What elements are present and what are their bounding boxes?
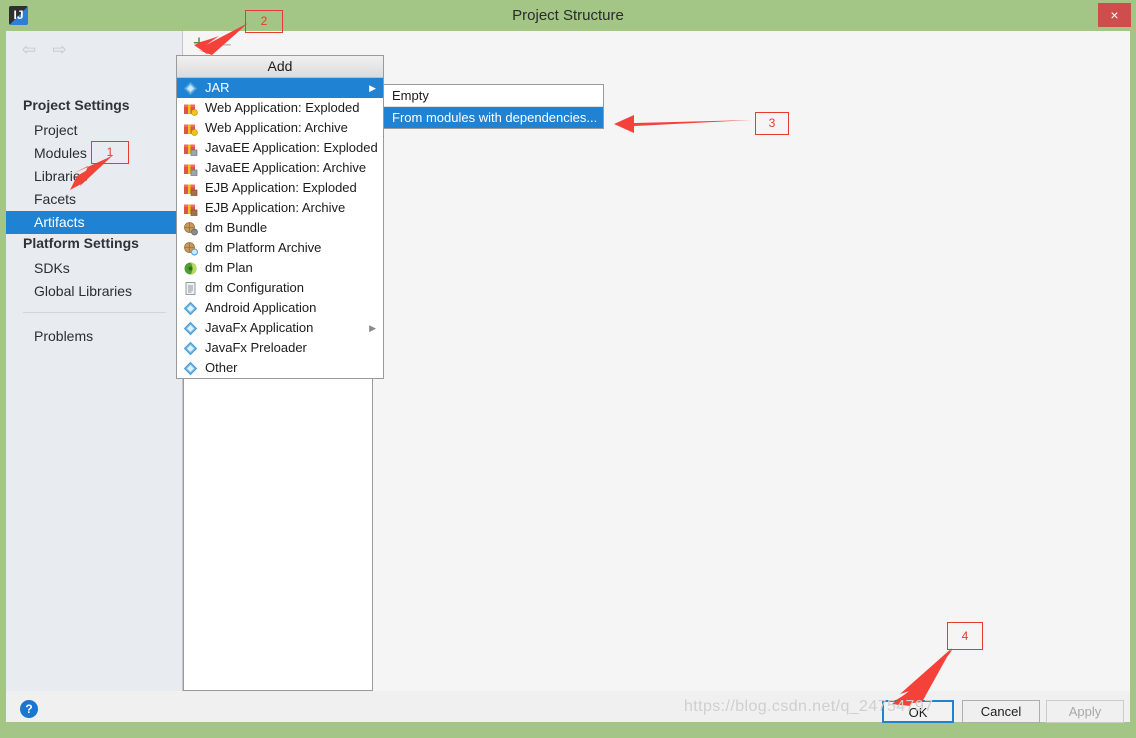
diamond-icon: [183, 321, 198, 336]
back-arrow-icon[interactable]: ⇦: [16, 38, 42, 62]
diamond-icon: [183, 361, 198, 376]
bundle-icon: [183, 241, 198, 256]
chevron-right-icon: ▶: [369, 83, 376, 93]
menu-item-label: EJB Application: Archive: [205, 200, 346, 215]
sidebar-item-sdks[interactable]: SDKs: [6, 257, 182, 280]
add-menu-header: Add: [177, 56, 383, 78]
add-artifact-menu[interactable]: Add JAR ▶ Web Application: Exploded Web …: [176, 55, 384, 379]
help-icon[interactable]: ?: [20, 700, 38, 718]
menu-item-web-application-archive[interactable]: Web Application: Archive: [177, 118, 383, 138]
menu-item-label: JavaEE Application: Archive: [205, 160, 367, 175]
project-structure-dialog: IJ Project Structure × ⇦ ⇨ Project Setti…: [0, 0, 1136, 738]
title-bar: IJ Project Structure ×: [0, 0, 1136, 31]
nav-arrows: ⇦ ⇨: [16, 38, 72, 62]
menu-item-label: dm Configuration: [205, 280, 304, 295]
menu-item-label: Web Application: Archive: [205, 120, 348, 135]
submenu-item-from-modules-with-dependencies[interactable]: From modules with dependencies...: [384, 107, 603, 128]
menu-item-dm-configuration[interactable]: dm Configuration: [177, 278, 383, 298]
menu-item-ejb-application-archive[interactable]: EJB Application: Archive: [177, 198, 383, 218]
ok-button[interactable]: OK: [882, 700, 954, 723]
menu-item-label: JavaEE Application: Exploded: [205, 140, 378, 155]
apply-button: Apply: [1046, 700, 1124, 723]
menu-item-javaee-application-exploded[interactable]: JavaEE Application: Exploded: [177, 138, 383, 158]
artifact-details-area: [374, 31, 1130, 691]
sidebar-group-project-settings: Project Settings: [23, 97, 130, 113]
menu-item-label: dm Plan: [205, 260, 253, 275]
menu-item-android-application[interactable]: Android Application: [177, 298, 383, 318]
menu-item-jar[interactable]: JAR ▶: [177, 78, 383, 98]
sidebar-item-global-libraries[interactable]: Global Libraries: [6, 280, 182, 303]
window-frame: IJ Project Structure × ⇦ ⇨ Project Setti…: [0, 0, 1136, 738]
sidebar-item-problems[interactable]: Problems: [6, 325, 182, 348]
sidebar-item-facets[interactable]: Facets: [6, 188, 182, 211]
menu-item-web-application-exploded[interactable]: Web Application: Exploded: [177, 98, 383, 118]
page-title: Project Structure: [512, 7, 624, 24]
menu-item-javafx-preloader[interactable]: JavaFx Preloader: [177, 338, 383, 358]
diamond-icon: [183, 301, 198, 316]
menu-item-label: dm Platform Archive: [205, 240, 322, 255]
sidebar-item-libraries[interactable]: Libraries: [6, 165, 182, 188]
dialog-body: ⇦ ⇨ Project Settings Project Modules Lib…: [6, 31, 1130, 723]
menu-item-dm-platform-archive[interactable]: dm Platform Archive: [177, 238, 383, 258]
gift-icon: [183, 181, 198, 196]
chevron-right-icon: ▶: [369, 323, 376, 333]
diamond-icon: [183, 81, 198, 96]
plus-icon[interactable]: +: [189, 33, 209, 55]
minus-icon[interactable]: –: [215, 33, 235, 55]
menu-item-javafx-application[interactable]: JavaFx Application ▶: [177, 318, 383, 338]
document-icon: [183, 281, 198, 296]
menu-item-label: Android Application: [205, 300, 317, 315]
menu-item-label: EJB Application: Exploded: [205, 180, 357, 195]
submenu-item-empty[interactable]: Empty: [384, 85, 603, 106]
annotation-box-1: 1: [91, 141, 129, 164]
menu-item-other[interactable]: Other: [177, 358, 383, 378]
settings-sidebar: ⇦ ⇨ Project Settings Project Modules Lib…: [6, 31, 183, 691]
sidebar-item-project[interactable]: Project: [6, 119, 182, 142]
menu-item-javaee-application-archive[interactable]: JavaEE Application: Archive: [177, 158, 383, 178]
menu-item-label: Other: [205, 360, 238, 375]
menu-item-label: dm Bundle: [205, 220, 268, 235]
menu-item-label: JavaFx Application: [205, 320, 314, 335]
cancel-button[interactable]: Cancel: [962, 700, 1040, 723]
plan-icon: [183, 261, 198, 276]
diamond-icon: [183, 341, 198, 356]
menu-item-ejb-application-exploded[interactable]: EJB Application: Exploded: [177, 178, 383, 198]
gift-icon: [183, 141, 198, 156]
annotation-box-2: 2: [245, 10, 283, 33]
gift-icon: [183, 161, 198, 176]
annotation-box-4: 4: [947, 622, 983, 650]
menu-item-label: JAR: [205, 80, 230, 95]
annotation-box-3: 3: [755, 112, 789, 135]
sidebar-divider: [23, 312, 166, 313]
gift-icon: [183, 101, 198, 116]
menu-item-label: JavaFx Preloader: [205, 340, 307, 355]
jar-submenu[interactable]: Empty From modules with dependencies...: [383, 84, 604, 129]
menu-item-dm-bundle[interactable]: dm Bundle: [177, 218, 383, 238]
gift-icon: [183, 121, 198, 136]
close-icon[interactable]: ×: [1098, 3, 1131, 27]
menu-item-label: Web Application: Exploded: [205, 100, 360, 115]
forward-arrow-icon[interactable]: ⇨: [46, 38, 72, 62]
gift-icon: [183, 201, 198, 216]
sidebar-item-artifacts[interactable]: Artifacts: [6, 211, 182, 234]
bundle-icon: [183, 221, 198, 236]
sidebar-group-platform-settings: Platform Settings: [23, 235, 139, 251]
menu-item-dm-plan[interactable]: dm Plan: [177, 258, 383, 278]
